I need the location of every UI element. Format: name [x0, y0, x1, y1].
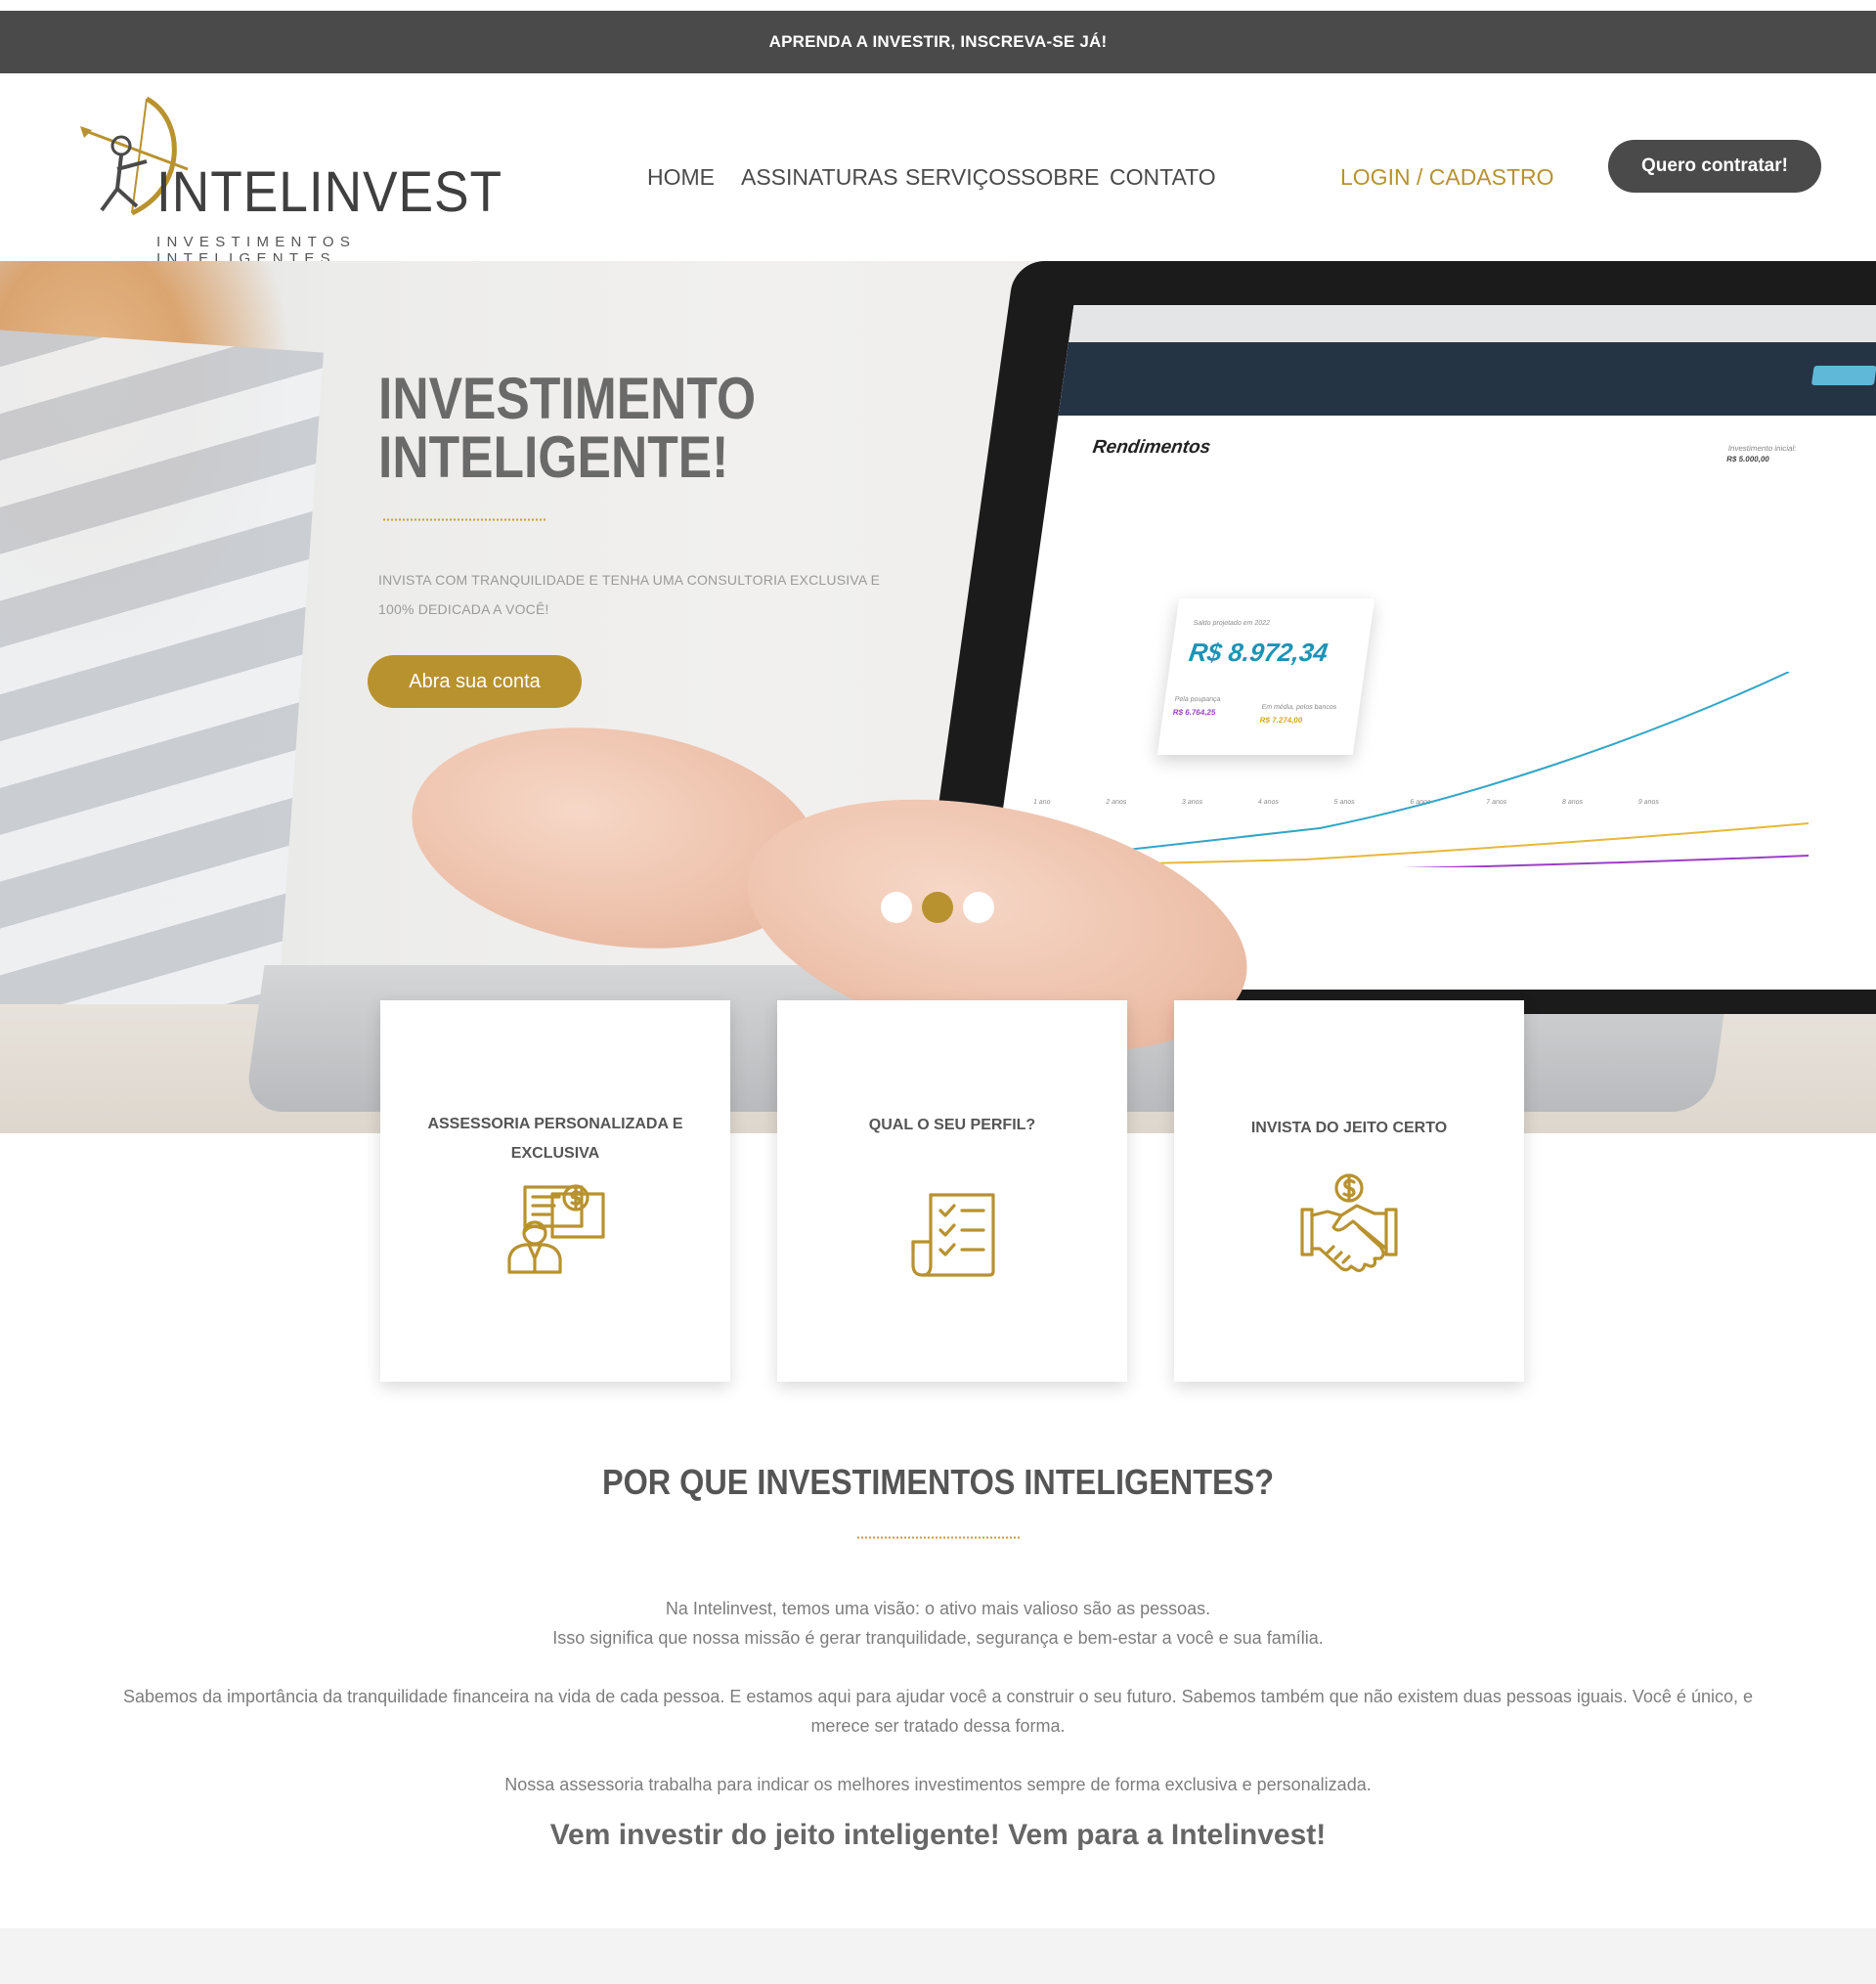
login-link[interactable]: LOGIN / CADASTRO	[1340, 164, 1554, 191]
why-p2-line1: Sabemos da importância da tranquilidade …	[122, 1687, 1753, 1706]
why-p1-line1: Na Intelinvest, temos uma visão: o ativo…	[665, 1599, 1211, 1618]
announcement-text[interactable]: APRENDA A INVESTIR, INSCREVA-SE JÁ!	[769, 32, 1108, 52]
why-p2-line2: merece ser tratado dessa forma.	[810, 1716, 1066, 1736]
nav-contato[interactable]: CONTATO	[1110, 164, 1216, 191]
card-title: INVISTA DO JEITO CERTO	[1250, 1120, 1448, 1136]
hero-title-line2: INTELIGENTE!	[378, 424, 729, 490]
why-paragraph-2: Sabemos da importância da tranquilidade …	[0, 1682, 1876, 1741]
logo-brand: INTELINVEST	[156, 160, 503, 224]
screen-info-label: Investimento inicial:	[1727, 444, 1798, 453]
screen-app-bar	[1058, 342, 1876, 416]
why-divider	[856, 1536, 1020, 1539]
bubble-label: Saldo projetado em 2022	[1193, 620, 1271, 627]
screen-app-button	[1811, 366, 1876, 385]
screen-title: Rendimentos	[1091, 437, 1212, 458]
screen-info-value: R$ 5.000,00	[1725, 455, 1770, 463]
abra-sua-conta-button[interactable]: Abra sua conta	[368, 655, 582, 708]
footer-band	[0, 1928, 1876, 1984]
announcement-bar[interactable]: APRENDA A INVESTIR, INSCREVA-SE JÁ!	[0, 11, 1876, 73]
hero-subtitle-line1: INVISTA COM TRANQUILIDADE E TENHA UMA CO…	[378, 572, 881, 588]
card-title: QUAL O SEU PERFIL?	[868, 1117, 1036, 1133]
bubble-amount: R$ 8.972,34	[1187, 638, 1331, 667]
nav-assinaturas[interactable]: ASSINATURAS	[741, 164, 898, 191]
slider-dot-1[interactable]	[881, 892, 912, 923]
screen-browser-bar	[1069, 305, 1876, 342]
hero-subtitle-line2: 100% DEDICADA A VOCÊ!	[378, 601, 549, 617]
top-strip	[0, 0, 1876, 11]
slider-dot-2[interactable]	[922, 892, 953, 923]
hero-content: INVESTIMENTO INTELIGENTE!	[378, 370, 867, 521]
handshake-dollar-icon	[1300, 1173, 1398, 1272]
feature-card-assessoria[interactable]: ASSESSORIA PERSONALIZADA E EXCLUSIVA	[380, 1000, 730, 1382]
card-title: ASSESSORIA PERSONALIZADA E EXCLUSIVA	[427, 1116, 683, 1162]
why-p1-line2: Isso significa que nossa missão é gerar …	[552, 1628, 1324, 1648]
slider-dot-3[interactable]	[963, 892, 994, 923]
nav-home[interactable]: HOME	[647, 164, 715, 191]
hero-divider	[382, 518, 545, 521]
site-header: INTELINVEST INVESTIMENTOS INTELIGENTES H…	[0, 73, 1876, 267]
why-title: POR QUE INVESTIMENTOS INTELIGENTES?	[601, 1462, 1275, 1502]
logo[interactable]: INTELINVEST INVESTIMENTOS INTELIGENTES	[78, 91, 502, 267]
hero-title: INVESTIMENTO INTELIGENTE!	[378, 370, 799, 487]
slider-dots	[881, 892, 994, 923]
feature-card-invista[interactable]: INVISTA DO JEITO CERTO	[1174, 1000, 1524, 1382]
hero-subtitle: INVISTA COM TRANQUILIDADE E TENHA UMA CO…	[378, 565, 887, 624]
checklist-icon	[911, 1193, 995, 1277]
why-paragraph-3: Nossa assessoria trabalha para indicar o…	[504, 1775, 1372, 1794]
quero-contratar-button[interactable]: Quero contratar!	[1608, 140, 1821, 193]
closing-line: Vem investir do jeito inteligente! Vem p…	[549, 1819, 1327, 1851]
why-paragraph-1: Na Intelinvest, temos uma visão: o ativo…	[0, 1594, 1876, 1653]
nav-servicos[interactable]: SERVIÇOS	[905, 164, 1021, 191]
feature-card-perfil[interactable]: QUAL O SEU PERFIL?	[777, 1000, 1127, 1382]
nav-sobre[interactable]: SOBRE	[1021, 164, 1100, 191]
hero-title-line1: INVESTIMENTO	[378, 366, 757, 431]
consultant-icon	[507, 1184, 605, 1274]
